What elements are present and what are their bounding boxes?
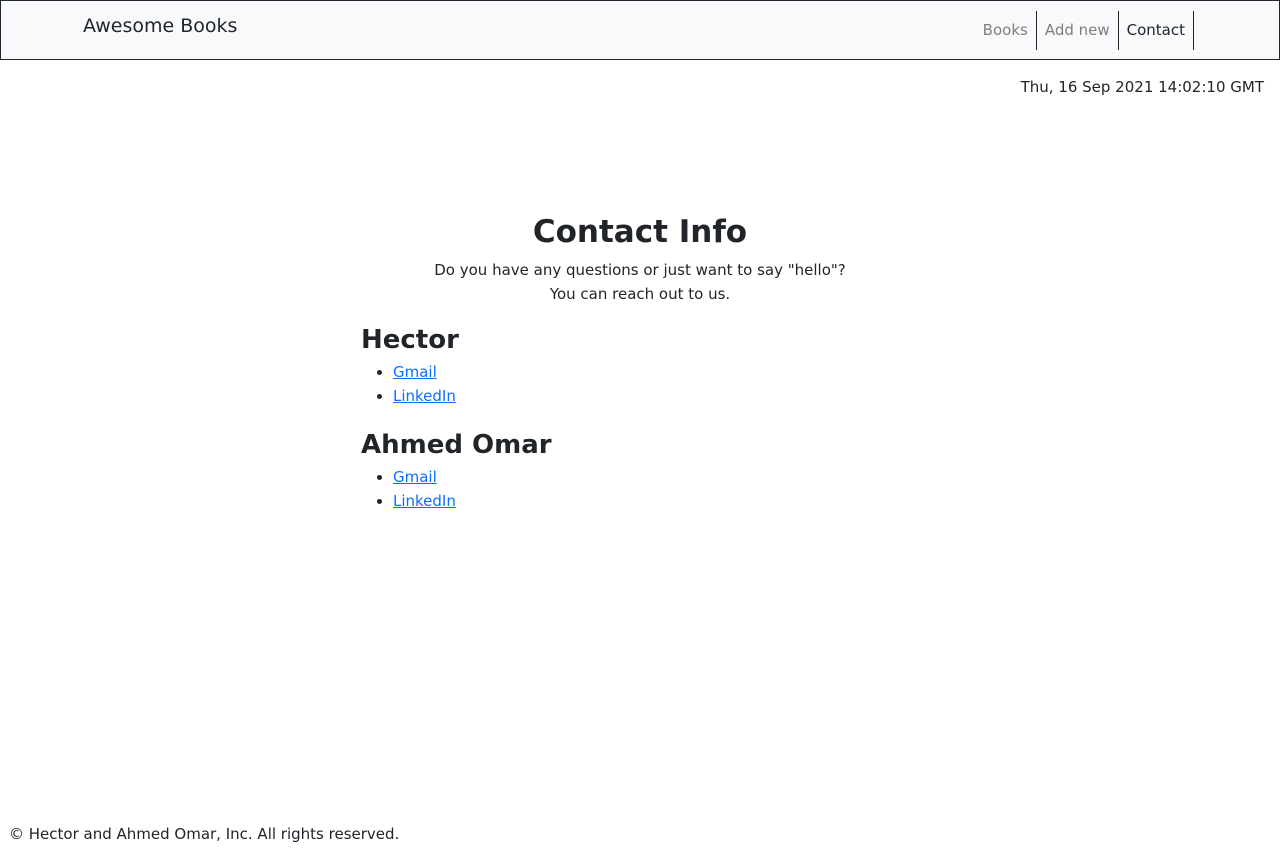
gmail-link[interactable]: Gmail bbox=[393, 363, 437, 381]
brand-link[interactable]: Awesome Books bbox=[83, 15, 237, 37]
person-name: Ahmed Omar bbox=[361, 430, 552, 460]
list-item: LinkedIn bbox=[393, 384, 921, 408]
nav-menu: Books Add new Contact bbox=[975, 11, 1194, 50]
gmail-link[interactable]: Gmail bbox=[393, 468, 437, 486]
contact-links-list: Gmail LinkedIn bbox=[361, 360, 921, 408]
list-item: Gmail bbox=[393, 465, 921, 489]
contact-intro: Do you have any questions or just want t… bbox=[0, 258, 1280, 306]
page-title: Contact Info bbox=[532, 214, 748, 250]
nav-item-contact[interactable]: Contact bbox=[1119, 11, 1194, 50]
linkedin-link[interactable]: LinkedIn bbox=[393, 387, 456, 405]
navbar: Awesome Books Books Add new Contact bbox=[0, 0, 1280, 60]
current-date: Thu, 16 Sep 2021 14:02:10 GMT bbox=[1020, 78, 1264, 96]
person-name: Hector bbox=[361, 325, 459, 355]
nav-item-books[interactable]: Books bbox=[975, 11, 1037, 50]
linkedin-link[interactable]: LinkedIn bbox=[393, 492, 456, 510]
contact-person-hector: Hector Gmail LinkedIn bbox=[361, 322, 921, 408]
intro-line-2: You can reach out to us. bbox=[549, 285, 731, 303]
nav-item-add-new[interactable]: Add new bbox=[1037, 11, 1119, 50]
list-item: Gmail bbox=[393, 360, 921, 384]
list-item: LinkedIn bbox=[393, 489, 921, 513]
footer-copyright: © Hector and Ahmed Omar, Inc. All rights… bbox=[9, 825, 400, 843]
contact-links-list: Gmail LinkedIn bbox=[361, 465, 921, 513]
contact-person-ahmed-omar: Ahmed Omar Gmail LinkedIn bbox=[361, 427, 921, 513]
intro-line-1: Do you have any questions or just want t… bbox=[434, 261, 846, 279]
